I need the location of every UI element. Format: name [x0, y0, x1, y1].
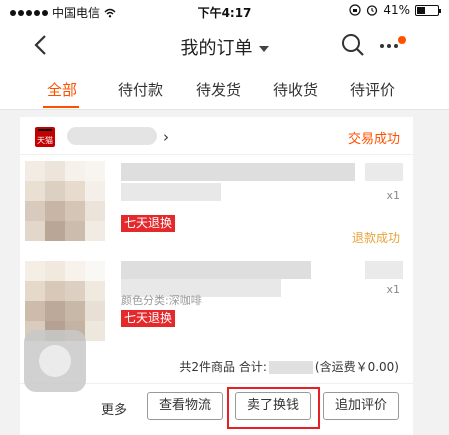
order-tabs: 全部 待付款 待发货 待收货 待评价 [0, 68, 449, 110]
nav-bar: 我的订单 [0, 22, 449, 68]
product-sku: 颜色分类:深咖啡 [121, 294, 202, 307]
product-price-blurred [365, 261, 403, 279]
assistive-touch-button[interactable] [24, 330, 86, 392]
notification-dot [398, 36, 406, 44]
summary-shipping: (含运费￥0.00) [314, 360, 399, 374]
tab-pending-receipt[interactable]: 待收货 [273, 79, 318, 100]
more-actions-button[interactable]: 更多 [101, 399, 127, 418]
seven-day-return-tag: 七天退换 [121, 215, 176, 232]
order-summary: 共2件商品 合计: (含运费￥0.00) [179, 358, 399, 375]
status-bar: 中国电信 下午4:17 41% [0, 0, 449, 22]
order-item[interactable]: x1 七天退换 退款成功 [20, 155, 413, 247]
add-review-button[interactable]: 追加评价 [323, 392, 399, 420]
product-thumbnail [25, 161, 105, 241]
product-title-blurred [121, 183, 221, 201]
item-quantity: x1 [386, 189, 400, 202]
view-logistics-button[interactable]: 查看物流 [147, 392, 223, 420]
shop-name-blurred [67, 127, 157, 145]
refund-status: 退款成功 [351, 231, 400, 245]
summary-count: 共2件商品 合计: [179, 360, 267, 374]
item-quantity: x1 [386, 283, 400, 296]
alarm-icon [367, 5, 378, 16]
tab-pending-review[interactable]: 待评价 [350, 79, 395, 100]
caret-down-icon [258, 46, 269, 52]
chevron-right-icon: › [163, 128, 169, 146]
battery-percent: 41% [383, 3, 410, 17]
tab-active-indicator [43, 106, 79, 108]
tmall-logo: 天猫 [35, 127, 55, 147]
total-amount-blurred [268, 361, 313, 374]
product-title-blurred [121, 163, 355, 181]
tab-pending-shipment[interactable]: 待发货 [196, 79, 241, 100]
page-title-text: 我的订单 [180, 38, 253, 59]
battery-icon [415, 4, 441, 16]
shop-header[interactable]: 天猫 › 交易成功 [20, 117, 413, 155]
more-menu-icon[interactable] [378, 36, 406, 54]
tab-pending-payment[interactable]: 待付款 [118, 79, 163, 100]
tab-all[interactable]: 全部 [47, 79, 77, 100]
orientation-lock-icon [349, 4, 361, 16]
product-title-blurred [121, 261, 311, 279]
product-price-blurred [365, 163, 403, 181]
highlight-annotation [227, 387, 320, 429]
search-icon[interactable] [340, 32, 366, 58]
product-thumbnail [25, 261, 105, 341]
order-status: 交易成功 [347, 132, 400, 147]
seven-day-return-tag: 七天退换 [121, 310, 176, 327]
